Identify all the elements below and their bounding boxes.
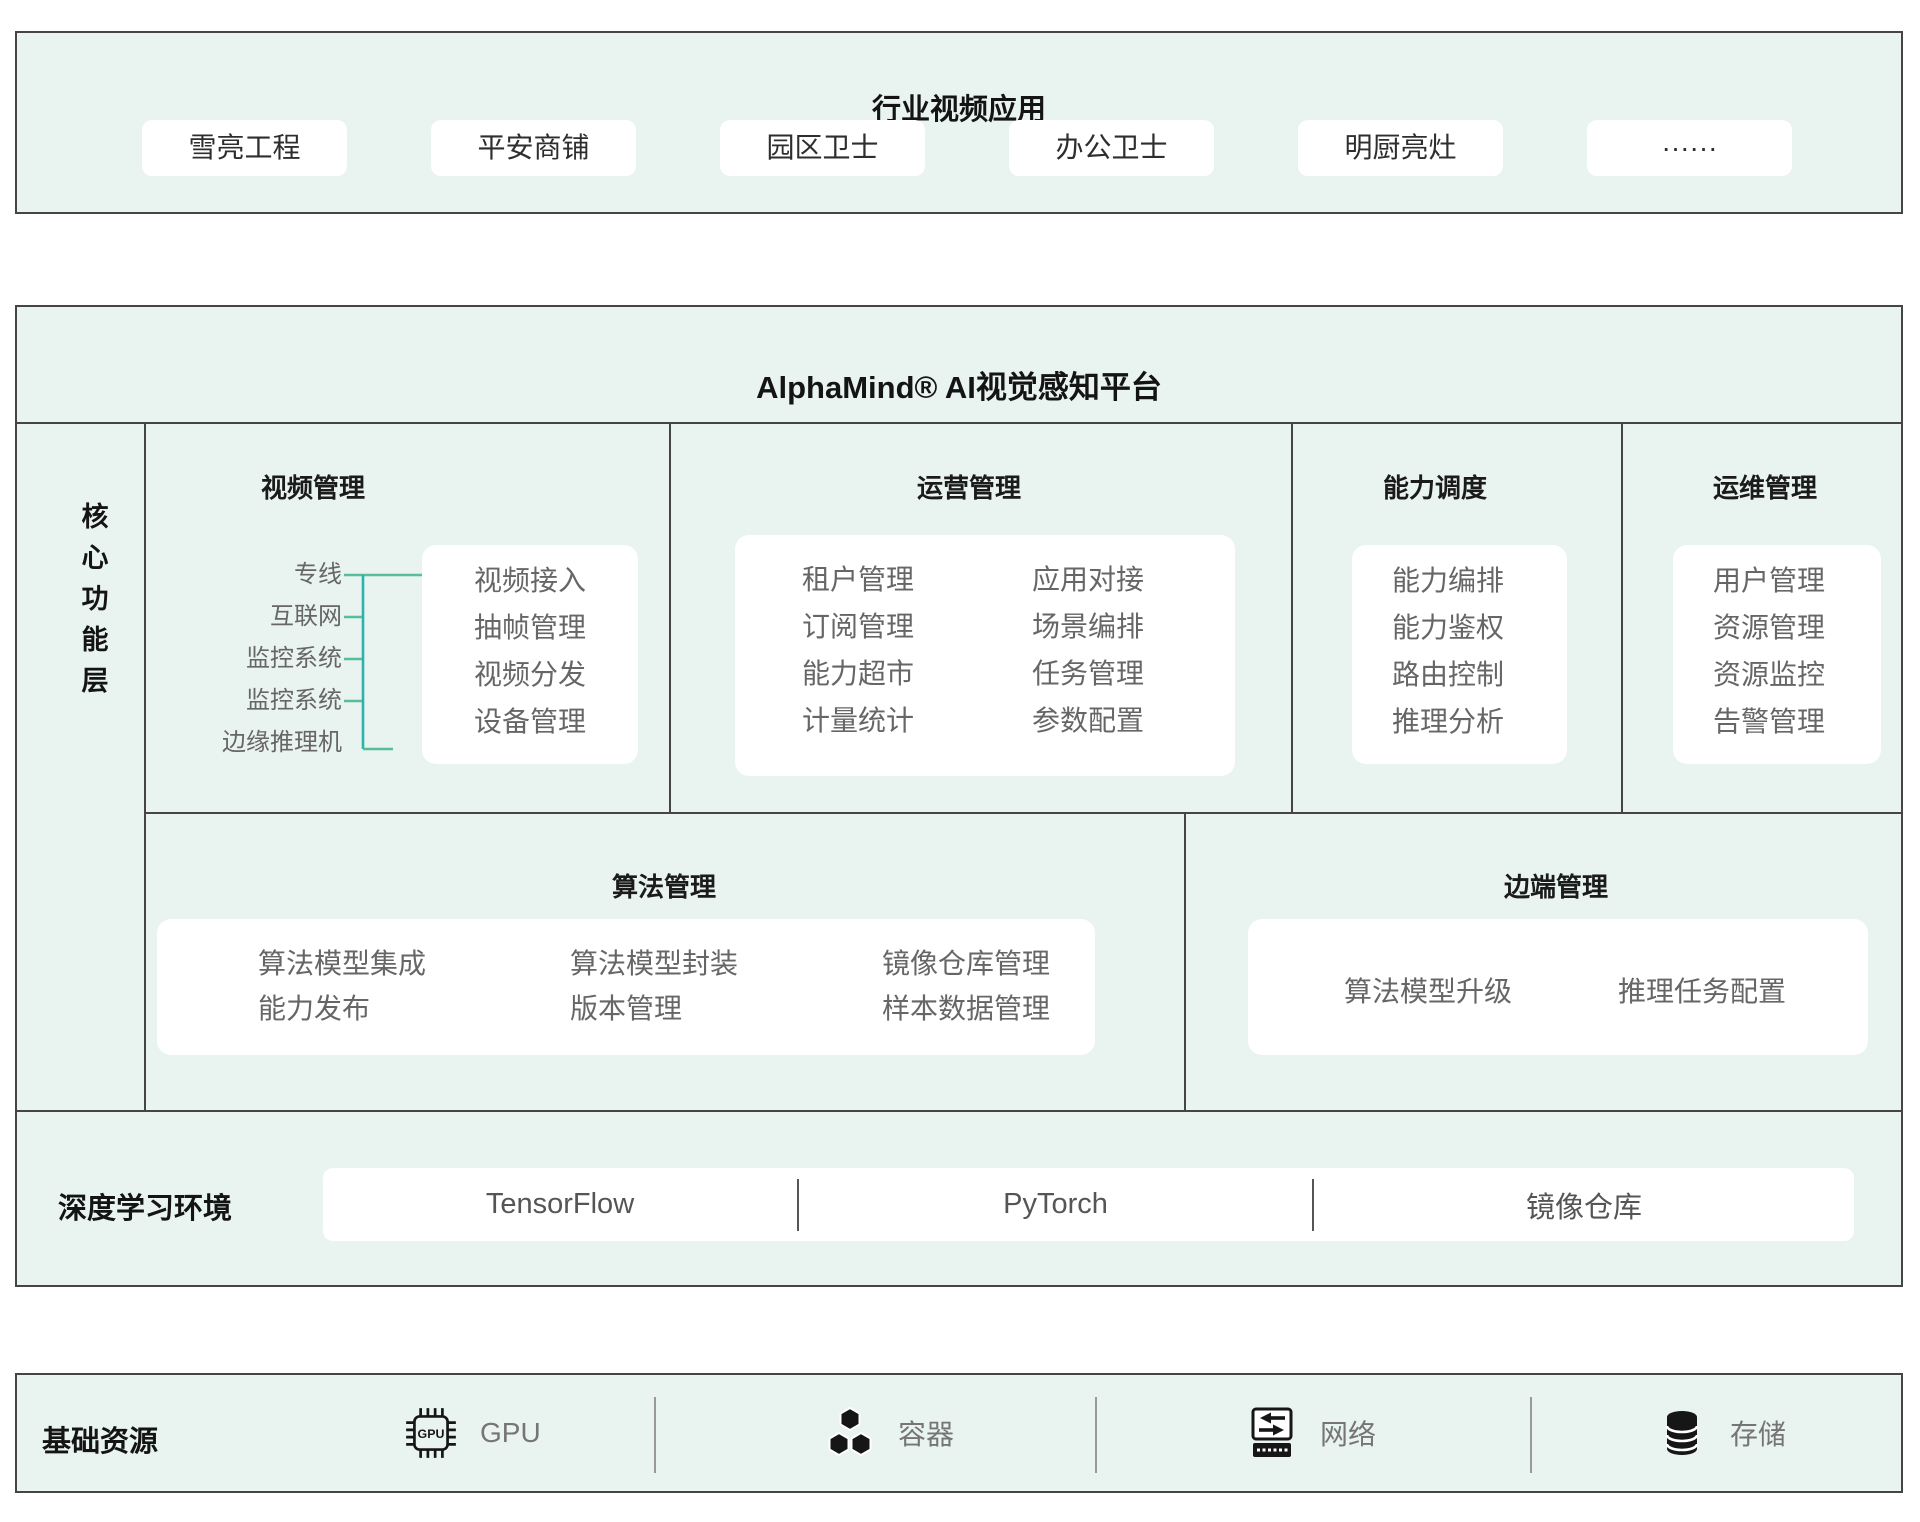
- operation-item: 应用对接: [1032, 556, 1144, 603]
- industry-apps-panel: 行业视频应用 雪亮工程 平安商铺 园区卫士 办公卫士 明厨亮灶 ······: [15, 31, 1903, 214]
- divider-row1-row2: [144, 812, 1901, 814]
- algorithm-col-3: 镜像仓库管理 样本数据管理: [882, 941, 1050, 1031]
- capability-sched-item: 能力编排: [1392, 557, 1504, 604]
- operation-item: 参数配置: [1032, 697, 1144, 744]
- algorithm-item: 样本数据管理: [882, 986, 1050, 1031]
- app-chip: ······: [1587, 120, 1792, 176]
- algorithm-col-1: 算法模型集成 能力发布: [258, 941, 426, 1031]
- app-chip: 园区卫士: [720, 120, 925, 176]
- app-chip: 办公卫士: [1009, 120, 1214, 176]
- divider-scheduling-maintenance: [1621, 422, 1623, 812]
- infra-item-container: 容器: [822, 1403, 954, 1463]
- edge-mgmt-box: 算法模型升级 推理任务配置: [1248, 919, 1868, 1055]
- divider-algorithm-edge: [1184, 812, 1186, 1110]
- operation-item: 租户管理: [802, 556, 914, 603]
- divider-row2-dl: [17, 1110, 1901, 1112]
- divider-operation-scheduling: [1291, 422, 1293, 812]
- operation-item: 场景编排: [1032, 603, 1144, 650]
- operation-mgmt-title: 运营管理: [917, 468, 1021, 505]
- infra-item-label: 存储: [1730, 1413, 1786, 1453]
- infra-item-network: 网络: [1244, 1403, 1376, 1463]
- operation-col-2: 应用对接 场景编排 任务管理 参数配置: [1032, 556, 1144, 744]
- infra-panel: 基础资源 GPU GPU: [15, 1373, 1903, 1493]
- operation-item: 任务管理: [1032, 650, 1144, 697]
- infra-divider: [654, 1397, 656, 1473]
- algorithm-item: 能力发布: [258, 986, 426, 1031]
- dl-framework: TensorFlow: [323, 1168, 797, 1241]
- algorithm-item: 算法模型集成: [258, 941, 426, 986]
- app-chip: 平安商铺: [431, 120, 636, 176]
- algorithm-item: 算法模型封装: [570, 941, 738, 986]
- operation-item: 订阅管理: [802, 603, 914, 650]
- edge-item: 推理任务配置: [1618, 970, 1786, 1010]
- app-chip: 明厨亮灶: [1298, 120, 1503, 176]
- video-mgmt-item: 设备管理: [422, 698, 638, 745]
- capability-sched-title: 能力调度: [1383, 468, 1487, 505]
- container-icon: [822, 1405, 878, 1461]
- maintenance-item: 资源管理: [1713, 604, 1825, 651]
- app-chip: 雪亮工程: [142, 120, 347, 176]
- capability-sched-item: 推理分析: [1392, 698, 1504, 745]
- maintenance-item: 资源监控: [1713, 651, 1825, 698]
- svg-text:GPU: GPU: [418, 1427, 445, 1441]
- capability-sched-box: 能力编排 能力鉴权 路由控制 推理分析: [1352, 545, 1567, 764]
- maintenance-list: 用户管理 资源管理 资源监控 告警管理: [1713, 557, 1825, 745]
- operation-col-1: 租户管理 订阅管理 能力超市 计量统计: [802, 556, 914, 744]
- infra-item-label: 网络: [1320, 1413, 1376, 1453]
- capability-sched-item: 路由控制: [1392, 651, 1504, 698]
- deep-learning-bar: TensorFlow PyTorch 镜像仓库: [323, 1168, 1854, 1241]
- algorithm-item: 镜像仓库管理: [882, 941, 1050, 986]
- video-mgmt-item: 视频接入: [422, 557, 638, 604]
- algorithm-mgmt-title: 算法管理: [612, 867, 716, 904]
- capability-sched-item: 能力鉴权: [1392, 604, 1504, 651]
- infra-divider: [1530, 1397, 1532, 1473]
- algorithm-item: 版本管理: [570, 986, 738, 1031]
- storage-icon: [1654, 1405, 1710, 1461]
- maintenance-item: 用户管理: [1713, 557, 1825, 604]
- video-mgmt-item: 视频分发: [422, 651, 638, 698]
- divider-video-operation: [669, 422, 671, 812]
- platform-panel: AlphaMind® AI视觉感知平台 核心功能层 视频管理 运营管理 能力调度…: [15, 305, 1903, 1287]
- capability-sched-list: 能力编排 能力鉴权 路由控制 推理分析: [1392, 557, 1504, 745]
- maintenance-item: 告警管理: [1713, 698, 1825, 745]
- algorithm-col-2: 算法模型封装 版本管理: [570, 941, 738, 1031]
- operation-mgmt-box: 租户管理 订阅管理 能力超市 计量统计 应用对接 场景编排 任务管理 参数配置: [735, 535, 1235, 776]
- infra-item-label: 容器: [898, 1413, 954, 1453]
- dl-framework: PyTorch: [799, 1168, 1312, 1241]
- maintenance-mgmt-title: 运维管理: [1713, 468, 1817, 505]
- edge-mgmt-title: 边端管理: [1504, 867, 1608, 904]
- maintenance-mgmt-box: 用户管理 资源管理 资源监控 告警管理: [1673, 545, 1881, 764]
- algorithm-mgmt-box: 算法模型集成 能力发布 算法模型封装 版本管理 镜像仓库管理 样本数据管理: [157, 919, 1095, 1055]
- infra-item-gpu: GPU GPU: [402, 1403, 541, 1463]
- edge-item: 算法模型升级: [1344, 970, 1512, 1010]
- network-icon: [1244, 1405, 1300, 1461]
- infra-divider: [1095, 1397, 1097, 1473]
- operation-item: 能力超市: [802, 650, 914, 697]
- video-mgmt-item: 抽帧管理: [422, 604, 638, 651]
- operation-item: 计量统计: [802, 697, 914, 744]
- video-mgmt-box: 视频接入 抽帧管理 视频分发 设备管理: [422, 545, 638, 764]
- dl-framework: 镜像仓库: [1314, 1168, 1854, 1241]
- deep-learning-label: 深度学习环境: [58, 1185, 232, 1227]
- infra-item-storage: 存储: [1654, 1403, 1786, 1463]
- gpu-icon: GPU: [402, 1404, 460, 1462]
- infra-label: 基础资源: [42, 1418, 158, 1460]
- video-source-connector-lines: [17, 307, 477, 767]
- architecture-diagram: 行业视频应用 雪亮工程 平安商铺 园区卫士 办公卫士 明厨亮灶 ······ A…: [0, 0, 1920, 1522]
- infra-item-label: GPU: [480, 1417, 541, 1449]
